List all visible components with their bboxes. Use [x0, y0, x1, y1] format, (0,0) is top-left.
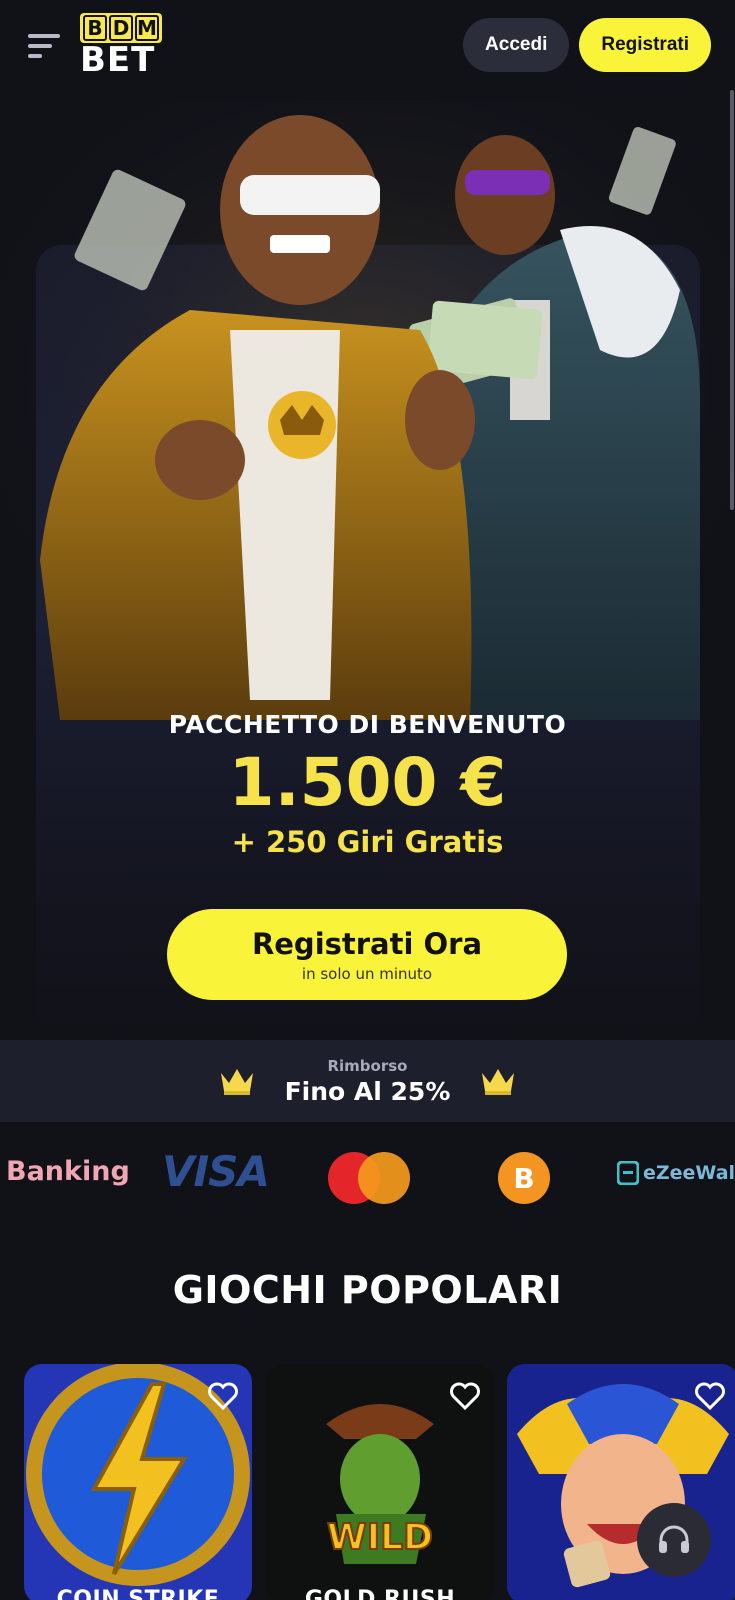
payment-methods: Banking VISA B eZeeWalle — [0, 1122, 735, 1232]
game-title: COIN STRIKE — [56, 1587, 220, 1600]
promo-block: PACCHETTO DI BENVENUTO 1.500 € + 250 Gir… — [0, 710, 735, 859]
favorite-icon[interactable] — [695, 1382, 725, 1410]
login-button[interactable]: Accedi — [463, 18, 570, 72]
register-now-button[interactable]: Registrati Ora in solo un minuto — [167, 909, 567, 1000]
header: B D M BET Accedi Registrati — [0, 0, 735, 90]
ezeewallet-logo: eZeeWalle — [617, 1161, 735, 1185]
support-button[interactable] — [637, 1503, 711, 1577]
crown-icon — [220, 1069, 253, 1095]
ezeewallet-label: eZeeWalle — [643, 1162, 735, 1184]
logo-text: BET — [80, 40, 156, 80]
cashback-banner[interactable]: Rimborso Fino Al 25% — [0, 1040, 735, 1122]
cashback-label: Rimborso — [327, 1056, 408, 1075]
banking-logo: Banking — [6, 1156, 130, 1187]
logo-top: B D M — [80, 13, 162, 43]
logo[interactable]: B D M BET — [80, 13, 162, 77]
favorite-icon[interactable] — [208, 1382, 238, 1410]
cashback-text: Rimborso Fino Al 25% — [285, 1057, 451, 1106]
register-button[interactable]: Registrati — [579, 18, 711, 72]
visa-logo: VISA — [162, 1147, 270, 1196]
headset-icon — [659, 1525, 689, 1553]
logo-letter: D — [109, 15, 133, 41]
game-card[interactable]: WILD GOLD RUSH — [266, 1364, 494, 1600]
header-actions: Accedi Registrati — [463, 18, 711, 72]
game-card[interactable]: COIN STRIKE — [24, 1364, 252, 1600]
svg-text:WILD: WILD — [327, 1517, 433, 1558]
popular-games-title: GIOCHI POPOLARI — [172, 1268, 563, 1312]
crown-icon — [482, 1069, 515, 1095]
cta-sublabel: in solo un minuto — [301, 964, 433, 983]
hero-illustration — [0, 100, 735, 730]
svg-text:B: B — [513, 1162, 534, 1195]
favorite-icon[interactable] — [450, 1382, 480, 1410]
promo-amount: 1.500 € — [228, 744, 507, 821]
bitcoin-icon: B — [498, 1152, 550, 1204]
promo-spins: + 250 Giri Gratis — [231, 825, 504, 859]
header-left: B D M BET — [28, 13, 162, 77]
menu-icon[interactable] — [28, 30, 62, 60]
logo-letter: M — [135, 15, 159, 41]
ezeewallet-icon — [617, 1161, 639, 1185]
game-title: GOLD RUSH — [304, 1587, 456, 1600]
promo-title: PACCHETTO DI BENVENUTO — [168, 710, 567, 739]
mastercard-icon — [328, 1152, 410, 1204]
cashback-value: Fino Al 25% — [284, 1076, 451, 1106]
cta-label: Registrati Ora — [251, 926, 483, 961]
logo-letter: B — [83, 15, 107, 41]
